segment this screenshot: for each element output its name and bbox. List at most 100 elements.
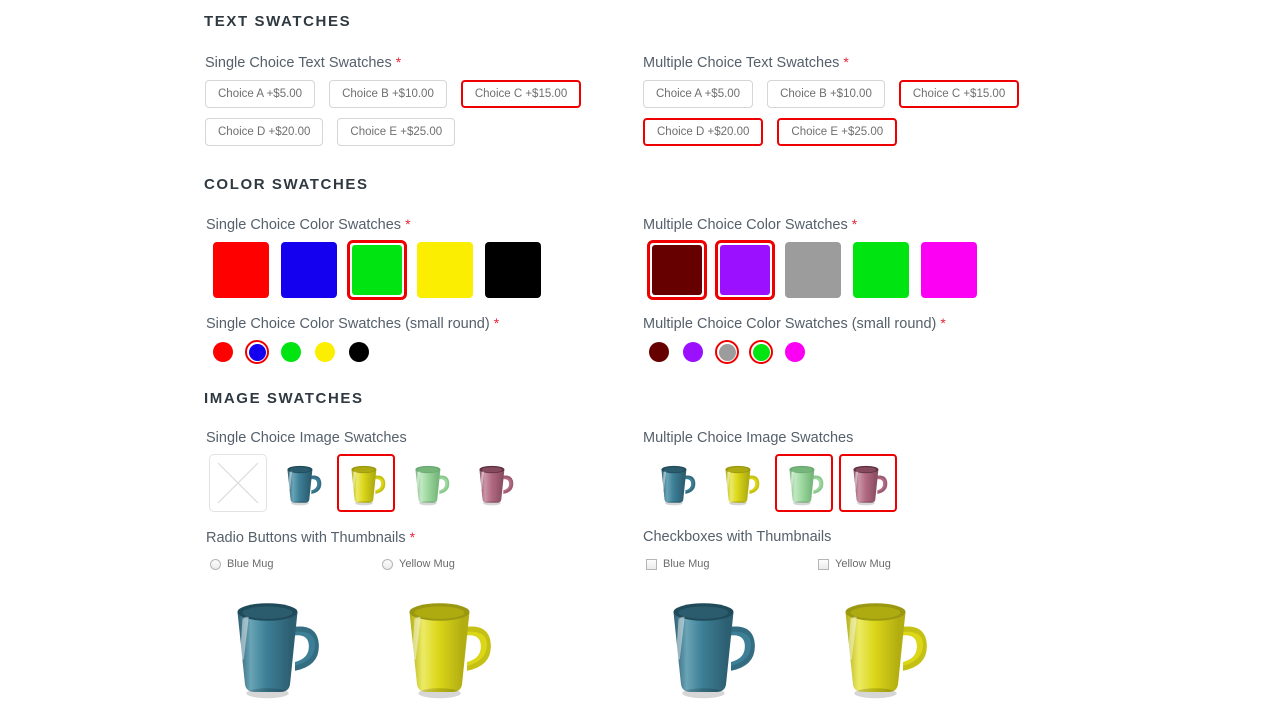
choice-thumbnail[interactable] <box>382 582 507 712</box>
label-text: Multiple Choice Text Swatches <box>643 55 840 71</box>
required-marker: * <box>851 216 858 232</box>
single-choice-image-swatch-group <box>209 454 523 512</box>
checkbox[interactable] <box>818 558 829 570</box>
label-single-choice-text-swatches: Single Choice Text Swatches * <box>205 54 401 71</box>
color-fill <box>281 342 301 362</box>
color-fill <box>315 342 335 362</box>
choice-label: Yellow Mug <box>399 558 455 570</box>
round-color-swatch-blue[interactable] <box>245 340 269 364</box>
text-swatch-option[interactable]: Choice C +$15.00 <box>460 80 582 108</box>
text-swatch-option[interactable]: Choice C +$15.00 <box>898 80 1020 108</box>
label-text: Radio Buttons with Thumbnails <box>206 530 406 546</box>
radio-button[interactable] <box>382 558 393 570</box>
text-swatch-option[interactable]: Choice A +$5.00 <box>205 80 316 108</box>
color-fill <box>248 343 266 361</box>
image-swatch-missing-image[interactable] <box>209 454 267 512</box>
radio-thumbnail-item[interactable]: Yellow Mug <box>382 558 507 712</box>
multiple-choice-color-swatch-group <box>647 240 979 300</box>
round-color-swatch-black[interactable] <box>347 340 371 364</box>
text-swatch-option[interactable]: Choice D +$20.00 <box>643 118 764 146</box>
required-marker: * <box>843 54 849 70</box>
color-fill <box>683 342 703 362</box>
image-swatch-pink-mug[interactable] <box>465 454 523 512</box>
green-mug-image <box>789 465 824 506</box>
checkbox-thumbnail-item[interactable]: Yellow Mug <box>818 558 943 712</box>
label-checkboxes-with-thumbnails: Checkboxes with Thumbnails <box>643 529 832 545</box>
choice-thumbnail[interactable] <box>210 582 335 712</box>
pink-mug-image <box>853 465 888 506</box>
color-fill <box>720 245 770 295</box>
round-color-swatch-purple[interactable] <box>681 340 705 364</box>
label-single-choice-color-swatches: Single Choice Color Swatches * <box>206 216 411 233</box>
text-swatch-option[interactable]: Choice E +$25.00 <box>777 118 898 146</box>
color-swatch-gray[interactable] <box>783 240 843 300</box>
radio-thumbnail-item[interactable]: Blue Mug <box>210 558 335 712</box>
blue-mug-image <box>237 603 319 699</box>
choice-thumbnail[interactable] <box>646 582 771 712</box>
text-swatch-option[interactable]: Choice B +$10.00 <box>329 80 447 108</box>
text-swatch-option[interactable]: Choice A +$5.00 <box>643 80 754 108</box>
label-multiple-choice-image-swatches: Multiple Choice Image Swatches <box>643 430 854 446</box>
color-fill <box>785 342 805 362</box>
choice-header: Yellow Mug <box>818 558 943 570</box>
label-radio-buttons-with-thumbnails: Radio Buttons with Thumbnails * <box>206 529 415 546</box>
color-fill <box>417 242 473 298</box>
label-single-choice-image-swatches: Single Choice Image Swatches <box>206 430 407 446</box>
label-text: Multiple Choice Color Swatches (small ro… <box>643 316 937 332</box>
color-fill <box>352 245 402 295</box>
image-swatch-blue-mug[interactable] <box>273 454 331 512</box>
round-color-swatch-red[interactable] <box>211 340 235 364</box>
color-fill <box>752 343 770 361</box>
checkbox[interactable] <box>646 558 657 570</box>
multiple-choice-image-swatch-group <box>647 454 897 512</box>
color-fill <box>485 242 541 298</box>
round-color-swatch-green[interactable] <box>279 340 303 364</box>
label-multiple-choice-color-swatches: Multiple Choice Color Swatches * <box>643 216 857 233</box>
required-marker: * <box>409 529 416 545</box>
text-swatch-option[interactable]: Choice B +$10.00 <box>767 80 885 108</box>
multiple-choice-text-swatch-group: Choice A +$5.00 Choice B +$10.00 Choice C … <box>643 80 1043 146</box>
color-swatch-black[interactable] <box>483 240 543 300</box>
single-choice-round-color-swatch-group <box>211 340 371 364</box>
radio-button[interactable] <box>210 558 221 570</box>
color-swatch-magenta[interactable] <box>919 240 979 300</box>
label-text: Multiple Choice Color Swatches <box>643 217 848 233</box>
color-swatch-green[interactable] <box>347 240 407 300</box>
image-swatch-pink-mug[interactable] <box>839 454 897 512</box>
round-color-swatch-maroon[interactable] <box>647 340 671 364</box>
yellow-mug-image <box>725 465 760 506</box>
color-swatch-maroon[interactable] <box>647 240 707 300</box>
color-fill <box>921 242 977 298</box>
yellow-mug-image <box>845 603 927 699</box>
color-swatch-red[interactable] <box>211 240 271 300</box>
section-title-color-swatches: COLOR SWATCHES <box>204 176 369 193</box>
choice-header: Blue Mug <box>210 558 335 570</box>
label-multiple-choice-color-swatches-round: Multiple Choice Color Swatches (small ro… <box>643 315 946 332</box>
color-fill <box>853 242 909 298</box>
text-swatch-option[interactable]: Choice D +$20.00 <box>205 118 324 146</box>
round-color-swatch-yellow[interactable] <box>313 340 337 364</box>
required-marker: * <box>493 315 500 331</box>
round-color-swatch-magenta[interactable] <box>783 340 807 364</box>
color-swatch-yellow[interactable] <box>415 240 475 300</box>
image-swatch-green-mug[interactable] <box>775 454 833 512</box>
round-color-swatch-green[interactable] <box>749 340 773 364</box>
green-mug-image <box>415 465 450 506</box>
color-fill <box>652 245 702 295</box>
checkbox-thumbnail-item[interactable]: Blue Mug <box>646 558 771 712</box>
image-swatch-blue-mug[interactable] <box>647 454 705 512</box>
image-swatch-green-mug[interactable] <box>401 454 459 512</box>
pink-mug-image <box>479 465 514 506</box>
text-swatch-option[interactable]: Choice E +$25.00 <box>337 118 456 146</box>
color-fill <box>649 342 669 362</box>
missing-image-icon <box>217 462 259 504</box>
image-swatch-yellow-mug[interactable] <box>711 454 769 512</box>
blue-mug-image <box>661 465 696 506</box>
choice-thumbnail[interactable] <box>818 582 943 712</box>
color-fill <box>718 343 736 361</box>
round-color-swatch-gray[interactable] <box>715 340 739 364</box>
color-swatch-purple[interactable] <box>715 240 775 300</box>
color-swatch-blue[interactable] <box>279 240 339 300</box>
color-swatch-green[interactable] <box>851 240 911 300</box>
image-swatch-yellow-mug[interactable] <box>337 454 395 512</box>
